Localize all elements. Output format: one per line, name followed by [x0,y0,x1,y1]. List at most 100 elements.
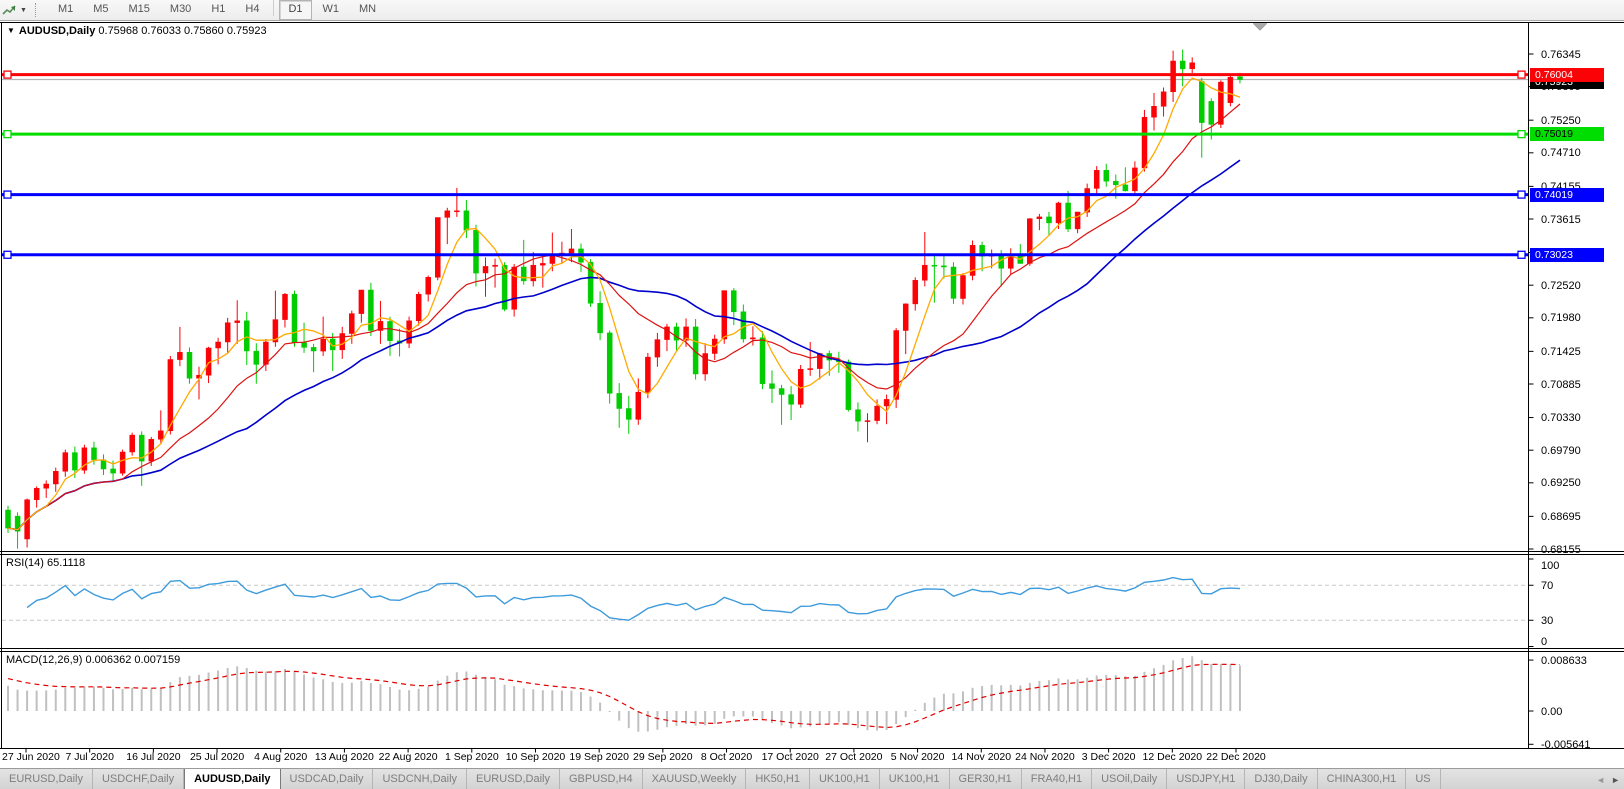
hline-handle[interactable] [3,250,12,259]
candle-body [473,229,479,274]
candle-body [912,280,919,305]
tab-scroll-left-icon[interactable]: ◄ [1596,775,1605,785]
price-axis-tick-label: 0.74710 [1541,147,1581,160]
candle-body [435,217,441,278]
date-axis-label: 22 Dec 2020 [1206,751,1266,763]
candle-body [501,264,508,310]
symbol-tab-usdcnh-daily[interactable]: USDCNH,Daily [373,769,468,789]
candle-body [1189,62,1195,70]
date-axis-label: 16 Jul 2020 [126,751,181,763]
hline-handle[interactable] [1517,129,1526,139]
candle-body [62,452,69,472]
hline-handle[interactable] [1517,190,1526,199]
candle-body [110,468,116,474]
candle-body [931,264,938,267]
candle-body [540,263,546,266]
symbol-tab-usdcad-daily[interactable]: USDCAD,Daily [281,769,374,789]
symbol-tab-audusd-daily[interactable]: AUDUSD,Daily [184,769,281,789]
hline-handle[interactable] [1517,70,1526,79]
chart-ohlc-values: 0.75968 0.76033 0.75860 0.75923 [98,25,267,37]
candle-body [215,341,221,349]
date-axis-label: 19 Sep 2020 [569,751,629,763]
candle-body [339,333,346,351]
candle-body [1151,106,1157,118]
price-axis-tick-label: 0.71425 [1541,345,1581,358]
hline-handle[interactable] [3,129,12,139]
candle-body [1227,77,1234,103]
symbol-tab-usdchf-daily[interactable]: USDCHF,Daily [93,769,185,789]
candle-body [1046,216,1052,224]
candle-body [1199,81,1205,123]
candle-body [1141,116,1148,169]
symbol-tab-ger30-h1[interactable]: GER30,H1 [950,769,1022,789]
symbol-tabbar: EURUSD,Daily USDCHF,Daily AUDUSD,Daily USDC… [0,768,1624,789]
price-axis-tick-label: 0.73615 [1541,213,1581,226]
symbol-tab-xauusd-weekly[interactable]: XAUUSD,Weekly [643,769,747,789]
candle-body [778,388,785,395]
candle-body [864,420,871,422]
date-axis-label: 17 Oct 2020 [761,751,819,763]
candle-body [616,393,622,409]
candle-body [922,264,928,281]
trading-terminal-window: ▼ M1 M5 M15 M30 H1 H4 D1 W1 MN ▼ AUDUSD,Daily 0.7… [0,0,1624,789]
date-axis-label: 8 Oct 2020 [700,751,753,763]
chart-canvas[interactable] [0,0,1624,789]
candle-body [444,210,451,218]
candle-body [626,408,632,420]
candle-body [463,210,470,231]
hline-handle[interactable] [3,70,12,79]
symbol-tab-dj30-daily[interactable]: DJ30,Daily [1245,769,1318,789]
symbol-tab-eurusd-daily[interactable]: EURUSD,Daily [467,769,560,789]
chart-shift-marker[interactable] [1252,23,1268,31]
candle-body [874,405,880,421]
symbol-tab-hk50-h1[interactable]: HK50,H1 [746,769,810,789]
price-axis-tick-label: 0.69250 [1541,477,1581,490]
symbol-tab-uk100-h1[interactable]: UK100,H1 [810,769,880,789]
date-axis-label: 22 Aug 2020 [378,751,438,763]
chart-symbol-label: AUDUSD,Daily [18,25,96,37]
symbol-tab-gbpusd-h4[interactable]: GBPUSD,H4 [560,769,643,789]
symbol-tab-uk100-h1[interactable]: UK100,H1 [880,769,950,789]
date-axis-label: 3 Dec 2020 [1081,751,1136,763]
symbol-tab-usdjpy-h1[interactable]: USDJPY,H1 [1167,769,1246,789]
candle-body [511,266,517,310]
date-axis-label: 1 Sep 2020 [444,751,499,763]
chart-title: ▼ AUDUSD,Daily 0.75968 0.76033 0.75860 0.… [7,25,267,37]
date-axis-label: 29 Sep 2020 [633,751,693,763]
candle-body [43,483,49,489]
macd-signal-line [7,663,1241,729]
symbol-tab-fra40-h1[interactable]: FRA40,H1 [1022,769,1093,789]
candle-body [310,347,317,352]
hline-handle[interactable] [3,190,12,199]
candle-body [769,383,775,389]
rsi-indicator-label: RSI(14) 65.1118 [6,557,86,569]
symbol-tab-us[interactable]: US [1406,769,1441,789]
symbol-tab-china300-h1[interactable]: CHINA300,H1 [1318,769,1407,789]
macd-axis-label: 0.00 [1541,705,1563,718]
tab-scroll-arrows: ◄ ► [1592,769,1624,789]
candle-body [253,350,260,365]
sma-slow-line [7,159,1241,531]
candle-body [320,338,326,352]
candle-body [902,303,909,331]
candle-body [960,275,966,299]
candle-body [33,488,40,501]
candle-body [53,471,59,485]
symbol-tab-usoil-daily[interactable]: USOil,Daily [1092,769,1168,789]
price-axis-tick-label: 0.68155 [1541,543,1581,556]
candle-body [1065,202,1071,230]
candle-body [119,451,126,474]
hline-handle[interactable] [1517,250,1526,259]
macd-axis-label: 0.008633 [1541,654,1587,667]
candle-body [883,399,890,407]
symbol-tab-eurusd-daily[interactable]: EURUSD,Daily [0,769,93,789]
candle-body [91,447,97,461]
collapse-triangle-icon[interactable]: ▼ [7,26,15,35]
candle-body [1103,170,1110,182]
candle-body [1113,180,1119,186]
tab-scroll-right-icon[interactable]: ► [1611,775,1620,785]
candle-body [788,394,794,405]
candle-body [645,356,651,393]
candle-body [1170,60,1176,93]
date-axis-label: 10 Sep 2020 [505,751,566,763]
